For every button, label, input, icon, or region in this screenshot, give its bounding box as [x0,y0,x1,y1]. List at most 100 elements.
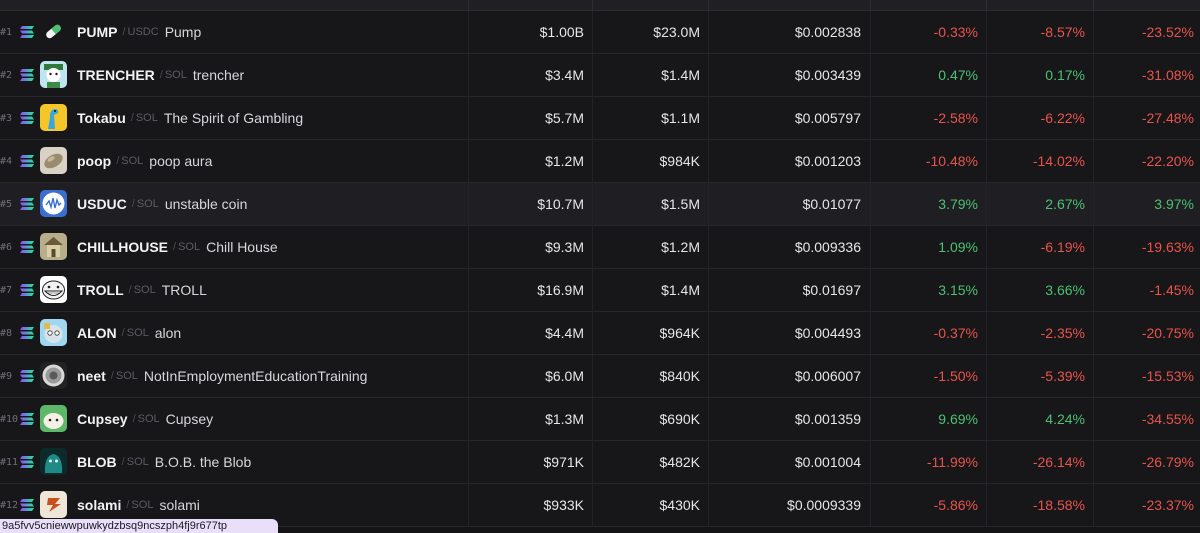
token-name-cell[interactable]: CHILLHOUSE / SOL Chill House [77,226,278,268]
column-divider [1093,355,1094,397]
column-divider [468,226,469,268]
table-row[interactable]: #7 TROLL / SOL TROLL $16.9M $1.4M $0.01697 3.15%… [0,269,1200,312]
token-name-cell[interactable]: TROLL / SOL TROLL [77,269,207,311]
token-symbol[interactable]: CHILLHOUSE [77,239,168,255]
price-change-1: -5.86% [933,497,978,513]
column-divider [1093,312,1094,354]
token-name-cell[interactable]: ALON / SOL alon [77,312,181,354]
token-full-name: Chill House [206,239,278,255]
table-row[interactable]: #9 neet / SOL NotInEmploymentEducationTraini… [0,355,1200,398]
column-divider [708,54,709,96]
market-cap-value: $4.4M [545,325,584,341]
price-change-3: -26.79% [1141,454,1194,470]
price-change-1: 3.79% [938,196,978,212]
token-symbol[interactable]: poop [77,153,111,169]
price-change-3: -27.48% [1141,110,1194,126]
troll-avatar-icon[interactable] [40,276,67,303]
token-name-cell[interactable]: TRENCHER / SOL trencher [77,54,244,96]
column-divider [708,484,709,526]
token-symbol[interactable]: TRENCHER [77,67,155,83]
table-row[interactable]: #4 poop / SOL poop aura $1.2M $984K $0.001203 -1… [0,140,1200,183]
table-row[interactable]: #1 PUMP / USDC Pump $1.00B $23.0M $0.002838 -0.3… [0,11,1200,54]
pill-icon[interactable] [40,18,67,45]
tokabu-avatar-icon[interactable] [40,104,67,131]
token-name-cell[interactable]: BLOB / SOL B.O.B. the Blob [77,441,251,483]
token-name-cell[interactable]: Cupsey / SOL Cupsey [77,398,213,440]
table-row[interactable]: #11 BLOB / SOL B.O.B. the Blob $971K $482K $0.0… [0,441,1200,484]
token-name-cell[interactable]: PUMP / USDC Pump [77,11,201,53]
column-divider [592,226,593,268]
market-cap-value: $3.4M [545,67,584,83]
column-divider [708,355,709,397]
column-divider [468,312,469,354]
price-change-1: 3.15% [938,282,978,298]
market-cap-value: $1.00B [539,24,584,40]
table-row[interactable]: #5 USDUC / SOL unstable coin $10.7M $1.5M $0.01… [0,183,1200,226]
table-row[interactable]: #3 Tokabu / SOL The Spirit of Gambling $5.7M $… [0,97,1200,140]
column-divider [592,312,593,354]
price-change-3: -19.63% [1141,239,1194,255]
solana-icon [18,312,36,354]
solana-icon [18,398,36,440]
quote-symbol: SOL [131,499,154,511]
blob-avatar-icon[interactable] [40,448,67,475]
rank-number: #10 [0,413,19,425]
token-table: #1 PUMP / USDC Pump $1.00B $23.0M $0.002838 -0.3… [0,0,1200,527]
token-symbol[interactable]: ALON [77,325,117,341]
price-change-1: -11.99% [926,454,978,470]
volume-value: $1.4M [661,282,700,298]
poop-avatar-icon[interactable] [40,147,67,174]
quote-symbol: SOL [121,155,144,167]
price-value: $0.01697 [802,282,861,298]
price-change-2: 2.67% [1045,196,1085,212]
column-divider [986,312,987,354]
solana-icon [18,441,36,483]
quote-symbol: SOL [137,413,160,425]
quote-symbol: SOL [136,198,159,210]
column-divider [708,97,709,139]
column-divider [708,226,709,268]
token-name-cell[interactable]: USDUC / SOL unstable coin [77,183,247,225]
quote-pair: / SOL [173,241,201,253]
neet-avatar-icon[interactable] [40,362,67,389]
token-symbol[interactable]: BLOB [77,454,117,470]
price-change-1: 0.47% [938,67,978,83]
price-change-3: -31.08% [1141,67,1194,83]
solana-icon [18,140,36,182]
solana-icon [18,54,36,96]
column-divider [592,355,593,397]
column-divider [592,140,593,182]
usduc-avatar-icon[interactable] [40,190,67,217]
table-row[interactable]: #2 TRENCHER / SOL trencher $3.4M $1.4M $0.00343… [0,54,1200,97]
column-divider [870,269,871,311]
table-row[interactable]: #10 Cupsey / SOL Cupsey $1.3M $690K $0.001359 9.… [0,398,1200,441]
column-divider [468,183,469,225]
token-symbol[interactable]: solami [77,497,121,513]
cupsey-avatar-icon[interactable] [40,405,67,432]
table-row[interactable]: #8 ALON / SOL alon $4.4M $964K $0.004493 -0.37% -… [0,312,1200,355]
volume-value: $1.1M [661,110,700,126]
quote-pair: / SOL [126,499,154,511]
table-row[interactable]: #6 CHILLHOUSE / SOL Chill House $9.3M $1.2M $0.… [0,226,1200,269]
column-divider [1093,97,1094,139]
token-name-cell[interactable]: neet / SOL NotInEmploymentEducationTraining [77,355,367,397]
market-cap-value: $6.0M [545,368,584,384]
solami-avatar-icon[interactable] [40,491,67,518]
chillhouse-avatar-icon[interactable] [40,233,67,260]
solana-icon [18,11,36,53]
column-divider [870,97,871,139]
column-divider [592,398,593,440]
token-name-cell[interactable]: Tokabu / SOL The Spirit of Gambling [77,97,303,139]
column-divider [708,11,709,53]
token-symbol[interactable]: neet [77,368,106,384]
token-symbol[interactable]: Cupsey [77,411,128,427]
token-symbol[interactable]: PUMP [77,24,117,40]
price-change-3: -22.20% [1141,153,1194,169]
trencher-avatar-icon[interactable] [40,61,67,88]
token-symbol[interactable]: Tokabu [77,110,126,126]
token-symbol[interactable]: TROLL [77,282,124,298]
alon-avatar-icon[interactable] [40,319,67,346]
token-name-cell[interactable]: poop / SOL poop aura [77,140,212,182]
column-divider [592,54,593,96]
token-symbol[interactable]: USDUC [77,196,127,212]
